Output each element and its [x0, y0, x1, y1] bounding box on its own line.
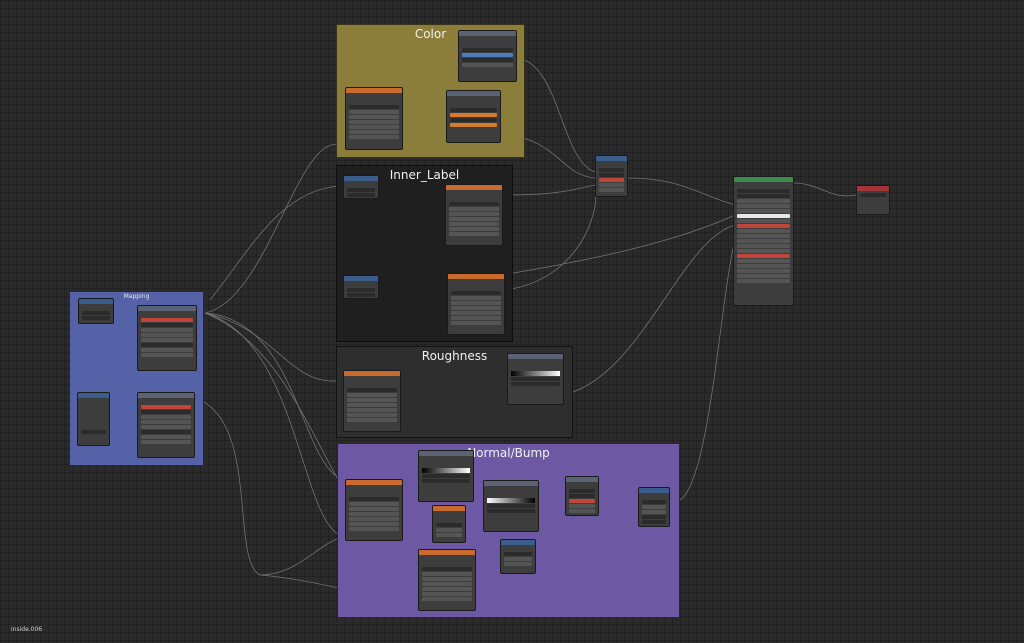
principled-bsdf-node[interactable]	[733, 176, 794, 306]
texture-coordinate-node[interactable]	[77, 392, 110, 446]
mix-rgb-node-color[interactable]	[595, 155, 628, 197]
footer-label: inside.006	[11, 626, 43, 633]
color-ramp-node[interactable]	[458, 30, 517, 82]
image-texture-node-inner-2[interactable]	[447, 273, 505, 335]
image-texture-node-normal-2[interactable]	[418, 549, 476, 611]
math-node[interactable]	[432, 505, 466, 543]
image-texture-node-inner[interactable]	[445, 184, 503, 246]
frame-normal-bump-title: Normal/Bump	[467, 446, 550, 460]
material-output-node[interactable]	[856, 185, 890, 215]
image-texture-node[interactable]	[345, 87, 403, 150]
mapping-node[interactable]	[137, 305, 197, 371]
image-texture-node-roughness[interactable]	[343, 370, 401, 432]
mapping-node-2[interactable]	[137, 392, 195, 458]
normal-map-node[interactable]	[500, 539, 536, 574]
bump-node[interactable]	[638, 487, 670, 527]
uv-map-node-2[interactable]	[343, 275, 379, 299]
uv-map-node[interactable]	[343, 175, 379, 199]
uv-map-node-mapping[interactable]	[78, 298, 114, 324]
mix-rgb-node[interactable]	[565, 476, 599, 516]
image-texture-node-normal[interactable]	[345, 479, 403, 541]
color-ramp-node-normal-2[interactable]	[483, 480, 539, 532]
color-ramp-node-roughness[interactable]	[507, 353, 564, 405]
color-ramp-node-2[interactable]	[446, 90, 501, 143]
color-ramp-node-normal[interactable]	[418, 450, 474, 502]
